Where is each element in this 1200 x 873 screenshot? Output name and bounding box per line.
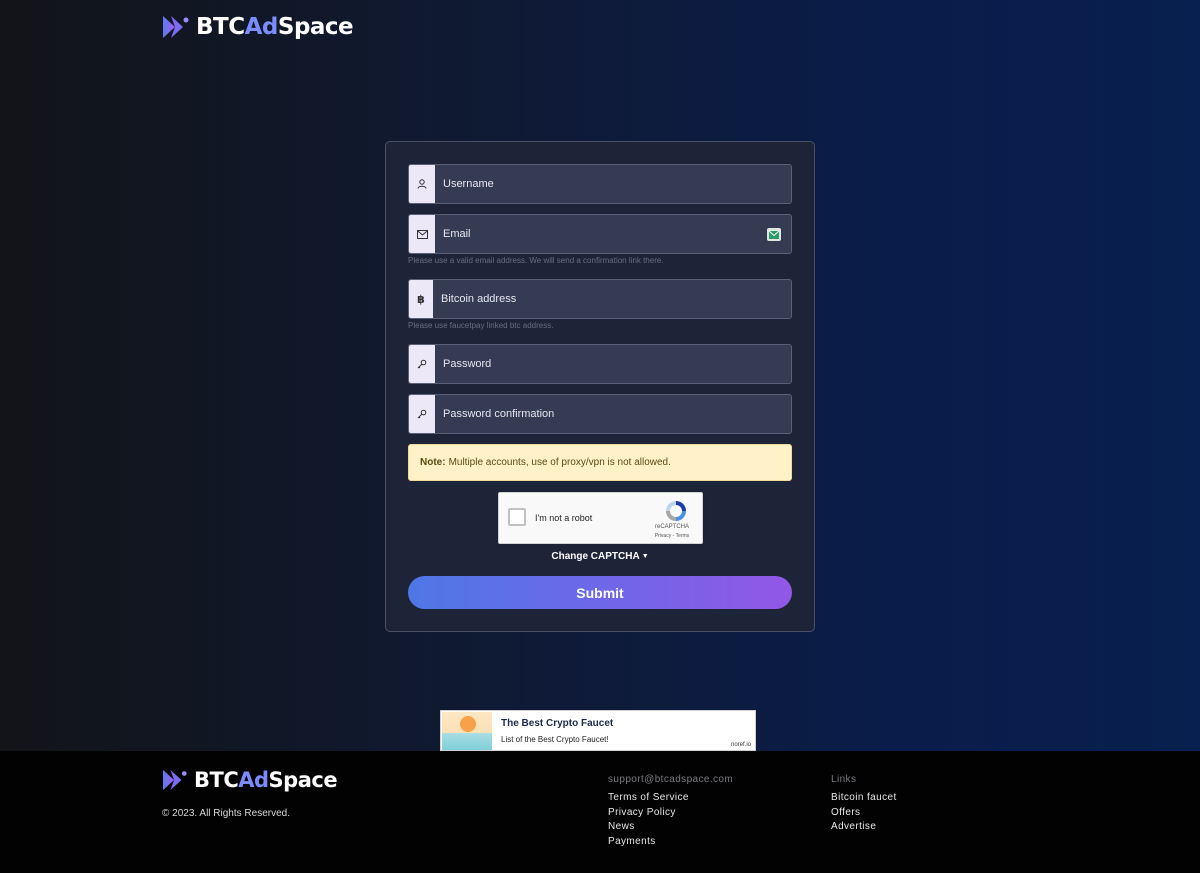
ad-banner[interactable]: The Best Crypto Faucet List of the Best … [440,710,756,751]
sun-icon [460,716,476,732]
ad-subtitle: List of the Best Crypto Faucet! [501,735,609,744]
key-icon [409,395,435,433]
username-field-group [408,164,792,204]
footer-logo[interactable]: BTCAdSpace [162,768,338,792]
recaptcha-widget: I'm not a robot reCAPTCHA Privacy - Term… [498,492,703,544]
ad-thumbnail [442,712,492,750]
footer-col-support: support@btcadspace.com Terms of Service … [608,774,733,849]
email-autofill-icon[interactable] [767,228,781,241]
logo-text: BTCAdSpace [196,14,354,40]
footer-link-terms[interactable]: Terms of Service [608,791,733,806]
recaptcha-label: I'm not a robot [535,513,593,523]
footer-link-bitcoin-faucet[interactable]: Bitcoin faucet [831,791,897,806]
recaptcha-icon [666,501,686,521]
note-label: Note: [420,457,446,468]
password-input[interactable] [435,345,791,383]
btc-hint: Please use faucetpay linked btc address. [408,321,554,330]
key-icon [409,345,435,383]
password-field-group [408,344,792,384]
recaptcha-links: Privacy - Terms [648,533,696,539]
recaptcha-privacy-link[interactable]: Privacy [655,533,671,539]
logo-icon [163,769,187,791]
change-captcha-dropdown[interactable]: Change CAPTCHA ▼ [386,551,814,562]
btc-field-group: ฿ [408,279,792,319]
footer-link-privacy[interactable]: Privacy Policy [608,806,733,821]
submit-button[interactable]: Submit [408,576,792,609]
warning-note: Note: Multiple accounts, use of proxy/vp… [408,444,792,481]
password-confirm-field-group [408,394,792,434]
footer-link-news[interactable]: News [608,820,733,835]
site-logo[interactable]: BTCAdSpace [162,14,354,40]
footer-col-links: Links Bitcoin faucet Offers Advertise [831,774,897,835]
footer-link-advertise[interactable]: Advertise [831,820,897,835]
support-email-link[interactable]: support@btcadspace.com [608,774,733,785]
recaptcha-terms-link[interactable]: Terms [676,533,690,539]
email-hint: Please use a valid email address. We wil… [408,256,664,265]
email-field-group [408,214,792,254]
change-captcha-label: Change CAPTCHA [551,551,640,562]
copyright-text: © 2023. All Rights Reserved. [162,808,290,819]
ad-title: The Best Crypto Faucet [501,718,614,729]
registration-form: Please use a valid email address. We wil… [385,141,815,632]
password-confirm-input[interactable] [435,395,791,433]
note-text: Multiple accounts, use of proxy/vpn is n… [448,457,671,468]
email-input[interactable] [435,215,791,253]
logo-icon [163,16,189,38]
recaptcha-checkbox[interactable] [508,508,526,526]
links-heading: Links [831,774,857,785]
footer-link-payments[interactable]: Payments [608,835,733,850]
recaptcha-brand: reCAPTCHA [654,524,689,530]
caret-down-icon: ▼ [641,553,649,560]
bitcoin-address-input[interactable] [433,280,791,318]
username-input[interactable] [435,165,791,203]
logo-text: BTCAdSpace [194,768,338,792]
bitcoin-icon: ฿ [409,280,433,318]
ad-brand: noref.io [730,742,751,748]
user-icon [409,165,435,203]
footer-link-offers[interactable]: Offers [831,806,897,821]
envelope-icon [409,215,435,253]
